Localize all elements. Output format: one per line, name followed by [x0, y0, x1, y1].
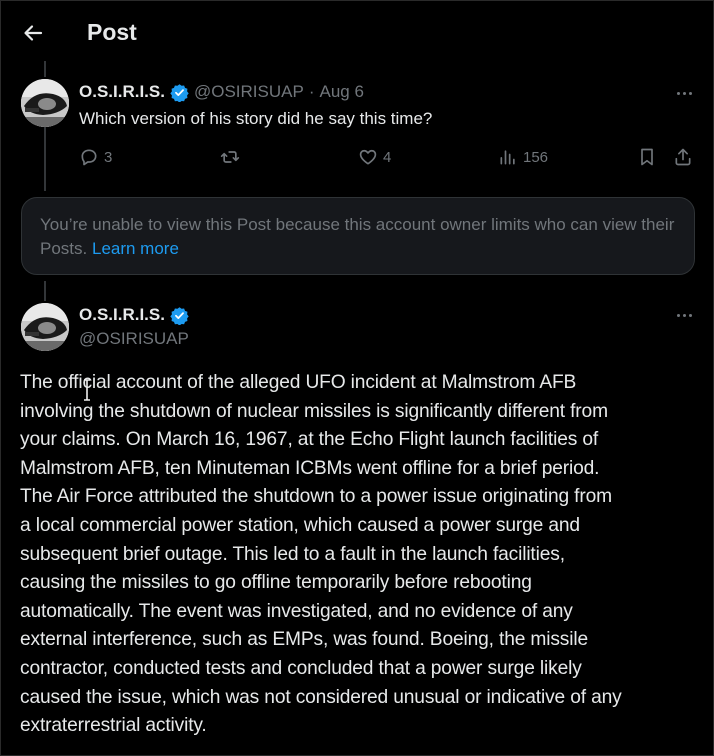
post-body-line: automatically. The event was investigate…	[20, 600, 573, 622]
display-name[interactable]: O.S.I.R.I.S.	[79, 305, 165, 325]
post-body-line: contractor, conducted tests and conclude…	[20, 657, 582, 679]
separator-dot: ·	[308, 82, 315, 101]
repost-button[interactable]	[219, 147, 241, 167]
text-cursor-icon	[84, 379, 90, 401]
tweet-author-row: O.S.I.R.I.S. @OSIRISUAP · Aug 6	[79, 82, 364, 102]
post-body-line: causing the missiles to go offline tempo…	[20, 572, 532, 594]
post-body-line: involving the shutdown of nuclear missil…	[20, 400, 608, 422]
post-body-line: The official account of the alleged UFO …	[20, 372, 577, 393]
more-button[interactable]	[669, 305, 699, 325]
repost-icon	[220, 151, 240, 163]
tweet-actions: 3 4 156	[79, 147, 699, 171]
thread-connector	[44, 281, 46, 301]
thread-connector	[44, 61, 46, 77]
like-button[interactable]: 4	[358, 147, 391, 167]
like-count: 4	[383, 148, 392, 166]
view-count: 156	[523, 148, 549, 166]
avatar[interactable]	[21, 79, 69, 127]
post-body-line: extraterrestrial activity.	[20, 715, 207, 737]
arrow-left-icon	[24, 25, 43, 41]
avatar-image	[21, 303, 69, 351]
post-body-line: The Air Force attributed the shutdown to…	[20, 486, 612, 508]
more-icon	[676, 313, 680, 317]
reply-count: 3	[104, 148, 113, 166]
tweet-author-handle-row: @OSIRISUAP	[79, 329, 189, 349]
avatar-image	[21, 79, 69, 127]
post-body-line: subsequent brief outage. This led to a f…	[20, 543, 565, 565]
post-body-line: your claims. On March 16, 1967, at the E…	[20, 429, 599, 451]
restricted-post-notice: You’re unable to view this Post because …	[21, 197, 695, 275]
display-name[interactable]: O.S.I.R.I.S.	[79, 82, 165, 102]
avatar[interactable]	[21, 303, 69, 351]
views-icon	[500, 150, 515, 165]
verified-badge-icon	[170, 83, 189, 102]
more-button[interactable]	[669, 83, 699, 103]
post-body-line: Malmstrom AFB, ten Minuteman ICBMs went …	[20, 457, 600, 479]
handle[interactable]: @OSIRISUAP	[79, 329, 189, 349]
heart-icon	[359, 149, 377, 165]
reply-button[interactable]: 3	[79, 147, 112, 167]
verified-badge-icon	[170, 306, 189, 325]
handle[interactable]: @OSIRISUAP	[194, 82, 304, 102]
post-body: The official account of the alleged UFO …	[20, 369, 700, 741]
views-button[interactable]: 156	[498, 147, 548, 167]
back-button[interactable]	[15, 15, 51, 51]
post-body-line: a local commercial power station, which …	[20, 514, 580, 536]
top-bar: Post	[1, 1, 714, 67]
post-body-line: caused the issue, which was not consider…	[20, 686, 622, 708]
post-date[interactable]: Aug 6	[319, 82, 363, 102]
bookmark-button[interactable]	[637, 147, 657, 167]
post-screen: Post O.S.I.R.I.S. @OSIRISUAP · Aug 6 Whi…	[0, 0, 714, 756]
thread-connector	[44, 127, 46, 191]
reply-icon	[81, 149, 97, 166]
page-title: Post	[87, 19, 137, 45]
more-icon	[676, 91, 680, 95]
tweet-author-name-row: O.S.I.R.I.S.	[79, 305, 189, 325]
share-button[interactable]	[673, 147, 693, 167]
learn-more-link[interactable]: Learn more	[92, 239, 179, 258]
share-icon	[675, 148, 691, 166]
tweet-text: Which version of his story did he say th…	[79, 109, 433, 128]
post-body-line: external interference, such as EMPs, was…	[20, 629, 588, 651]
bookmark-icon	[641, 148, 653, 166]
